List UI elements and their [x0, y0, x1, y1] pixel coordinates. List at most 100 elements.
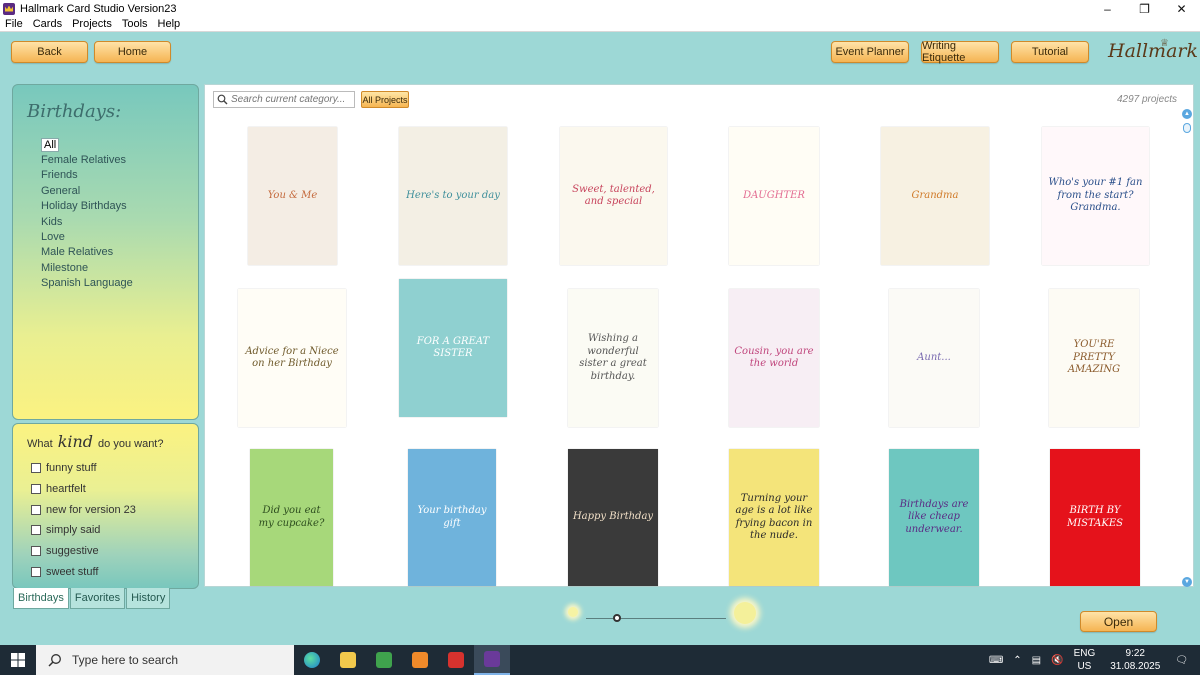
card-caption: Your birthday gift: [417, 505, 487, 529]
card-thumbnail[interactable]: Your birthday gift: [408, 449, 496, 586]
window-title: Hallmark Card Studio Version23: [20, 2, 177, 15]
category-item-milestone[interactable]: Milestone: [27, 260, 133, 275]
clock[interactable]: 9:22 31.08.2025: [1110, 647, 1160, 673]
card-thumbnail[interactable]: Advice for a Niece on her Birthday: [238, 289, 346, 427]
zoom-track[interactable]: [586, 618, 726, 619]
menu-tools[interactable]: Tools: [117, 18, 153, 30]
network-icon[interactable]: ▤: [1032, 655, 1041, 666]
category-item-general[interactable]: General: [27, 183, 133, 198]
menu-help[interactable]: Help: [153, 18, 186, 30]
card-thumbnail[interactable]: Grandma: [881, 127, 989, 265]
event-planner-button[interactable]: Event Planner: [831, 41, 909, 63]
card-thumbnail[interactable]: Sweet, talented, and special: [560, 127, 667, 265]
kind-option-new-for-version-23[interactable]: new for version 23: [31, 499, 136, 520]
hallmark-taskbar-icon[interactable]: [474, 645, 510, 675]
scroll-down-icon[interactable]: ▼: [1182, 577, 1192, 587]
card-caption: Advice for a Niece on her Birthday: [245, 345, 339, 370]
card-thumbnail[interactable]: DAUGHTER: [729, 127, 819, 265]
writing-etiquette-button[interactable]: Writing Etiquette: [921, 40, 999, 64]
back-button[interactable]: Back: [11, 41, 88, 63]
file-explorer-icon[interactable]: [330, 645, 366, 675]
category-item-male-relatives[interactable]: Male Relatives: [27, 245, 133, 260]
minimize-icon[interactable]: –: [1089, 0, 1126, 17]
kind-option-sweet-stuff[interactable]: sweet stuff: [31, 561, 136, 582]
window-controls: – ❐ ✕: [1089, 0, 1200, 17]
card-thumbnail[interactable]: Cousin, you are the world: [729, 289, 819, 427]
tab-favorites[interactable]: Favorites: [69, 588, 126, 609]
notifications-icon[interactable]: 🗨: [1175, 655, 1188, 666]
category-item-spanish-language[interactable]: Spanish Language: [27, 276, 133, 291]
menu-cards[interactable]: Cards: [28, 18, 67, 30]
card-thumbnail[interactable]: Wishing a wonderful sister a great birth…: [568, 289, 658, 427]
checkbox[interactable]: [31, 525, 41, 536]
language-indicator[interactable]: ENG US: [1074, 647, 1096, 673]
card-thumbnail[interactable]: YOU'RE PRETTY AMAZING: [1049, 289, 1139, 427]
card-caption: FOR A GREAT SISTER: [416, 335, 490, 360]
office-app-icon[interactable]: [402, 645, 438, 675]
category-item-all[interactable]: All: [27, 137, 133, 152]
kind-option-suggestive[interactable]: suggestive: [31, 541, 136, 562]
category-item-holiday-birthdays[interactable]: Holiday Birthdays: [27, 199, 133, 214]
card-thumbnail[interactable]: Aunt...: [889, 289, 979, 427]
open-button[interactable]: Open: [1080, 611, 1157, 632]
category-title: Birthdays:: [27, 101, 122, 122]
publisher-icon[interactable]: [366, 645, 402, 675]
zoom-slider[interactable]: [560, 598, 770, 634]
kind-option-heartfelt[interactable]: heartfelt: [31, 479, 136, 500]
category-item-friends[interactable]: Friends: [27, 168, 133, 183]
scroll-thumb[interactable]: [1183, 123, 1191, 133]
close-icon[interactable]: ✕: [1163, 0, 1200, 17]
card-thumbnail[interactable]: Here's to your day: [399, 127, 507, 265]
checkbox[interactable]: [31, 566, 41, 577]
scroll-up-icon[interactable]: ▲: [1182, 109, 1192, 119]
zoom-out-sun-icon[interactable]: [568, 607, 578, 617]
project-count: 4297 projects: [1116, 94, 1177, 105]
bullet-icon: [27, 232, 37, 242]
tab-history[interactable]: History: [126, 588, 171, 609]
card-thumbnail[interactable]: Happy Birthday: [568, 449, 658, 586]
all-projects-button[interactable]: All Projects: [361, 91, 409, 108]
checkbox[interactable]: [31, 504, 41, 515]
vertical-scrollbar[interactable]: ▲ ▼: [1181, 109, 1193, 587]
zoom-knob[interactable]: [613, 614, 621, 622]
card-caption: Turning your age is a lot like frying ba…: [735, 492, 813, 542]
title-bar: Hallmark Card Studio Version23 – ❐ ✕: [0, 0, 1200, 17]
tutorial-button[interactable]: Tutorial: [1011, 41, 1089, 63]
checkbox[interactable]: [31, 484, 41, 495]
kind-option-simply-said[interactable]: simply said: [31, 520, 136, 541]
card-thumbnail[interactable]: FOR A GREAT SISTER: [399, 279, 507, 417]
kind-option-funny-stuff[interactable]: funny stuff: [31, 458, 136, 479]
card-thumbnail[interactable]: BIRTH BY MISTAKES: [1050, 449, 1140, 586]
card-thumbnail[interactable]: Did you eat my cupcake?: [250, 449, 333, 586]
presentation-app-icon[interactable]: [438, 645, 474, 675]
bullet-icon: [27, 170, 37, 180]
windows-start-icon[interactable]: [0, 645, 36, 675]
menu-projects[interactable]: Projects: [67, 18, 117, 30]
search-input[interactable]: [231, 94, 351, 105]
checkbox[interactable]: [31, 546, 41, 557]
category-item-kids[interactable]: Kids: [27, 214, 133, 229]
card-caption: BIRTH BY MISTAKES: [1066, 505, 1123, 529]
card-caption: Wishing a wonderful sister a great birth…: [579, 333, 647, 382]
home-button[interactable]: Home: [94, 41, 171, 63]
category-item-female-relatives[interactable]: Female Relatives: [27, 152, 133, 167]
card-thumbnail[interactable]: You & Me: [248, 127, 337, 265]
category-list: All Female Relatives Friends General Hol…: [27, 137, 133, 291]
edge-icon[interactable]: [294, 645, 330, 675]
zoom-in-sun-icon[interactable]: [734, 602, 756, 624]
category-item-love[interactable]: Love: [27, 229, 133, 244]
volume-muted-icon[interactable]: 🔇: [1051, 655, 1063, 666]
taskbar-search[interactable]: Type here to search: [36, 645, 294, 675]
card-thumbnail[interactable]: Birthdays are like cheap underwear.: [889, 449, 979, 586]
card-thumbnail[interactable]: Who's your #1 fan from the start? Grandm…: [1042, 127, 1149, 265]
checkbox[interactable]: [31, 463, 41, 474]
tab-birthdays[interactable]: Birthdays: [13, 588, 69, 609]
hallmark-logo: Hallmark: [1108, 40, 1198, 62]
maximize-icon[interactable]: ❐: [1126, 0, 1163, 17]
kind-title: What kind do you want?: [27, 432, 164, 451]
card-thumbnail[interactable]: Turning your age is a lot like frying ba…: [729, 449, 819, 586]
menu-file[interactable]: File: [0, 18, 28, 30]
chevron-up-icon[interactable]: ⌃: [1013, 655, 1021, 666]
taskbar: Type here to search ⌨ ⌃ ▤ 🔇 ENG US 9:22 …: [0, 645, 1200, 675]
keyboard-icon[interactable]: ⌨: [989, 655, 1003, 666]
